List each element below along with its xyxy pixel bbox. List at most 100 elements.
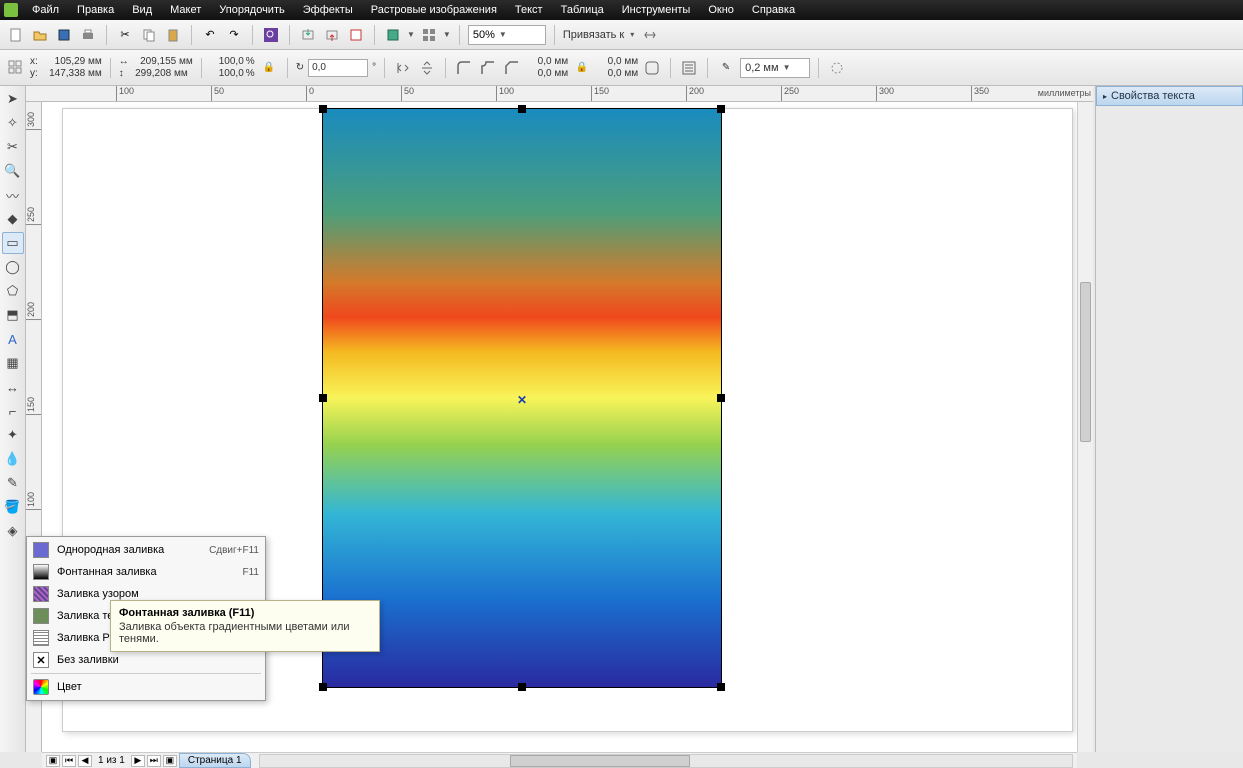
outline-tool[interactable]: ✎ [2, 472, 24, 494]
publish-pdf-button[interactable] [346, 25, 366, 45]
color-item[interactable]: Цвет [27, 676, 265, 698]
handle-bm[interactable] [518, 683, 526, 691]
menu-tools[interactable]: Инструменты [614, 2, 699, 18]
corner-lock-button[interactable]: 🔒 [572, 58, 592, 78]
relative-corner-button[interactable] [642, 58, 662, 78]
corner-br-value[interactable]: 0,0 мм [596, 68, 638, 79]
convert-curves-button[interactable] [827, 58, 847, 78]
rectangle-tool[interactable]: ▭ [2, 232, 24, 254]
scale-x-value[interactable]: 100,0 [210, 56, 244, 67]
no-fill-item[interactable]: ✕ Без заливки [27, 649, 265, 671]
fill-tool[interactable]: 🪣 [2, 496, 24, 518]
fountain-fill-item[interactable]: Фонтанная заливка F11 [27, 561, 265, 583]
eyedropper-tool[interactable]: 💧 [2, 448, 24, 470]
menu-window[interactable]: Окно [700, 2, 742, 18]
menu-arrange[interactable]: Упорядочить [211, 2, 292, 18]
first-page-button[interactable]: ⏮ [62, 755, 76, 767]
menu-edit[interactable]: Правка [69, 2, 122, 18]
hscroll-thumb[interactable] [510, 755, 690, 767]
save-button[interactable] [54, 25, 74, 45]
handle-tm[interactable] [518, 105, 526, 113]
menu-file[interactable]: Файл [24, 2, 67, 18]
outline-pen-icon: ✎ [716, 58, 736, 78]
handle-bl[interactable] [319, 683, 327, 691]
page-tab[interactable]: Страница 1 [179, 753, 251, 768]
add-page-after-button[interactable]: ▣ [163, 755, 177, 767]
x-value[interactable]: 105,29 мм [40, 56, 102, 67]
connector-tool[interactable]: ⌐ [2, 400, 24, 422]
corner-tr-value[interactable]: 0,0 мм [596, 56, 638, 67]
lock-ratio-button[interactable]: 🔒 [259, 58, 279, 78]
next-page-button[interactable]: ▶ [131, 755, 145, 767]
app-launcher-button[interactable] [419, 25, 439, 45]
handle-ml[interactable] [319, 394, 327, 402]
shape-tool[interactable]: ✧ [2, 112, 24, 134]
mirror-h-button[interactable] [393, 58, 413, 78]
text-tool[interactable]: A [2, 328, 24, 350]
y-value[interactable]: 147,338 мм [40, 68, 102, 79]
uniform-fill-item[interactable]: Однородная заливка Сдвиг+F11 [27, 539, 265, 561]
horizontal-ruler[interactable]: 10050050100150200250300350 [26, 86, 1093, 102]
handle-br[interactable] [717, 683, 725, 691]
fullscreen-button[interactable] [383, 25, 403, 45]
menu-table[interactable]: Таблица [553, 2, 612, 18]
corner-round-button[interactable] [454, 58, 474, 78]
handle-tr[interactable] [717, 105, 725, 113]
search-button[interactable] [261, 25, 281, 45]
mirror-v-button[interactable] [417, 58, 437, 78]
new-button[interactable] [6, 25, 26, 45]
height-icon: ↕ [119, 68, 124, 79]
preset-button[interactable] [6, 58, 26, 78]
menu-help[interactable]: Справка [744, 2, 803, 18]
corner-tl-value[interactable]: 0,0 мм [526, 56, 568, 67]
effects-tool[interactable]: ✦ [2, 424, 24, 446]
corner-chamfer-button[interactable] [502, 58, 522, 78]
freehand-tool[interactable]: 〰 [2, 184, 24, 206]
outline-width-combo[interactable]: 0,2 мм▼ [740, 58, 810, 78]
print-button[interactable] [78, 25, 98, 45]
text-properties-tab[interactable]: ▸Свойства текста [1096, 86, 1243, 106]
corner-scallop-button[interactable] [478, 58, 498, 78]
horizontal-scrollbar[interactable] [259, 754, 1073, 768]
smart-fill-tool[interactable]: ◆ [2, 208, 24, 230]
paste-button[interactable] [163, 25, 183, 45]
open-button[interactable] [30, 25, 50, 45]
menu-text[interactable]: Текст [507, 2, 551, 18]
dimension-tool[interactable]: ↔ [2, 376, 24, 398]
pick-tool[interactable]: ➤ [2, 88, 24, 110]
menu-view[interactable]: Вид [124, 2, 160, 18]
height-value[interactable]: 299,208 мм [126, 68, 188, 79]
redo-button[interactable]: ↷ [224, 25, 244, 45]
menu-effects[interactable]: Эффекты [295, 2, 361, 18]
polygon-tool[interactable]: ⬠ [2, 280, 24, 302]
app-logo-icon [4, 3, 18, 17]
add-page-button[interactable]: ▣ [46, 755, 60, 767]
menu-bitmaps[interactable]: Растровые изображения [363, 2, 505, 18]
interactive-fill-tool[interactable]: ◈ [2, 520, 24, 542]
vscroll-thumb[interactable] [1080, 282, 1091, 442]
snap-options-button[interactable] [640, 25, 660, 45]
export-button[interactable] [322, 25, 342, 45]
zoom-combo[interactable]: 50%▼ [468, 25, 546, 45]
ellipse-tool[interactable]: ◯ [2, 256, 24, 278]
handle-mr[interactable] [717, 394, 725, 402]
wrap-text-button[interactable] [679, 58, 699, 78]
prev-page-button[interactable]: ◀ [78, 755, 92, 767]
scale-y-value[interactable]: 100,0 [210, 68, 244, 79]
last-page-button[interactable]: ⏭ [147, 755, 161, 767]
width-value[interactable]: 209,155 мм [131, 56, 193, 67]
table-tool[interactable]: ▦ [2, 352, 24, 374]
corner-bl-value[interactable]: 0,0 мм [526, 68, 568, 79]
basic-shapes-tool[interactable]: ⬒ [2, 304, 24, 326]
copy-button[interactable] [139, 25, 159, 45]
rotation-input[interactable]: 0,0 [308, 59, 368, 77]
crop-tool[interactable]: ✂ [2, 136, 24, 158]
import-button[interactable] [298, 25, 318, 45]
menu-layout[interactable]: Макет [162, 2, 209, 18]
vertical-scrollbar[interactable] [1077, 102, 1093, 752]
selected-rectangle[interactable]: ✕ [322, 108, 722, 688]
handle-tl[interactable] [319, 105, 327, 113]
zoom-tool[interactable]: 🔍 [2, 160, 24, 182]
undo-button[interactable]: ↶ [200, 25, 220, 45]
cut-button[interactable]: ✂ [115, 25, 135, 45]
